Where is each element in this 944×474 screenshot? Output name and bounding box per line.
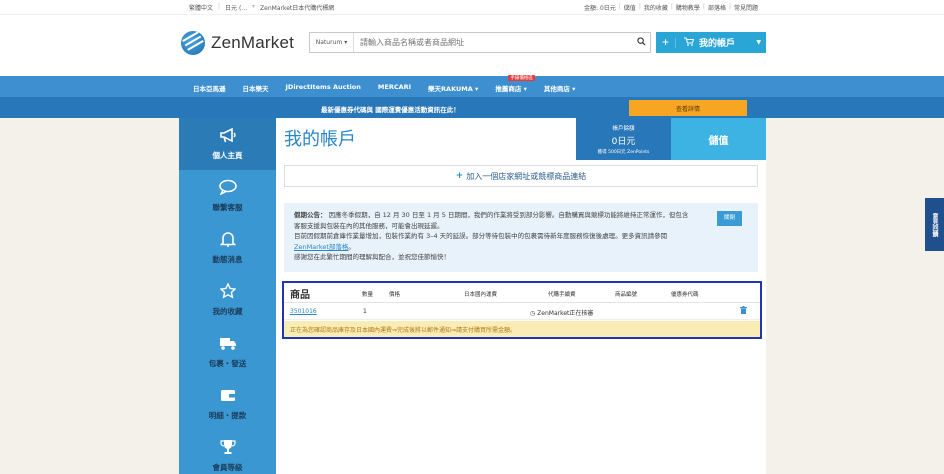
notice-line-2: 目前因假期前倉庫作業量增加，包裝作業約有 3–4 天的延誤。部分等待包裝中的包裹… [294, 232, 668, 240]
language-selector[interactable]: 繁體中文 [189, 3, 213, 12]
search-bar: Naturum ▾ [309, 32, 651, 53]
add-button[interactable]: + [656, 37, 676, 48]
order-status-message: 正在為您確認商品庫存及日本國內運費⇒完成後將以郵件通知⇒請支付購買所需金額。 [284, 321, 760, 337]
notice-line-1: 因應冬季假期，自 12 月 30 日至 1 月 5 日期間，我們的作業將受到部分… [294, 211, 689, 230]
top-bar-right: 金額: 0日元 | 儲值 | 我的收藏 | 購物教學 | 部落格 | 常見問題 [584, 3, 758, 12]
site-header: ZenMarket Naturum ▾ + 我的帳戶 ▼ [0, 15, 944, 76]
nav-item-mercari[interactable]: MERCARI [378, 83, 411, 93]
page-title: 我的帳戶 [284, 129, 356, 150]
clock-icon: ◷ [530, 310, 536, 317]
promo-details-button[interactable]: 查看詳情 [629, 100, 747, 116]
sidebar-item-support[interactable]: 聯繫客服 [179, 170, 276, 222]
search-icon[interactable] [632, 36, 650, 49]
order-id-link[interactable]: 3501016 [290, 308, 317, 315]
chat-icon [218, 179, 237, 198]
col-domestic-shipping: 日本國內運費 [464, 292, 498, 298]
divider: | [218, 3, 221, 10]
sidebar-item-packages[interactable]: 包裹・發送 [179, 326, 276, 378]
my-account-label: 我的帳戶 [699, 39, 736, 49]
trash-icon[interactable] [740, 306, 747, 316]
truck-icon [219, 335, 237, 354]
bell-icon [219, 231, 236, 250]
blog-link[interactable]: ZenMarket部落格 [294, 243, 348, 251]
nav-item-other-stores[interactable]: 其他商店 ▾ [544, 83, 576, 93]
nav-item-amazon[interactable]: 日本亞馬遜 [193, 83, 226, 93]
cart-icon [684, 37, 695, 49]
orders-table-header: 商品 數量 價格 日本國內運費 代購手續費 商品編號 優惠券代碼 [284, 283, 760, 303]
logo-text: ZenMarket [211, 33, 295, 52]
search-input[interactable] [354, 33, 632, 52]
nav-item-auction[interactable]: JDirectItems Auction [286, 83, 361, 93]
nav-badge: 手錶價格區 [508, 75, 535, 81]
megaphone-icon [219, 127, 237, 146]
balance-title: 帳戶餘額 [612, 126, 635, 132]
chevron-down-icon: ▾ [252, 3, 256, 10]
sidebar-item-news[interactable]: 動態消息 [179, 222, 276, 274]
balance-points: 獲得 500日元 ZenPoints [597, 150, 650, 155]
promo-text: 最新優惠券代碼與 國際運費優惠活動資訊在此！ [321, 106, 460, 114]
col-service-fee: 代購手續費 [548, 292, 576, 298]
account-sidebar: 個人主頁 聯繫客服 動態消息 我的收藏 包裹・發送 明細・提款 會員等級 [179, 118, 276, 474]
tagline: ZenMarket日本代購代標網 [260, 5, 335, 12]
top-bar-left: 繁體中文 | 日元 (... ▾ ZenMarket日本代購代標網 [189, 3, 334, 12]
account-balance-panel[interactable]: 帳戶餘額 0日元 獲得 500日元 ZenPoints [576, 118, 671, 160]
col-price: 價格 [389, 292, 401, 298]
chevron-down-icon: ▾ [344, 39, 348, 46]
nav-item-rakuten[interactable]: 日本樂天 [243, 83, 269, 93]
add-link-button[interactable]: + 加入一個店家網址或競標商品連結 [284, 165, 758, 187]
feedback-tab[interactable]: 意見回饋 [925, 198, 944, 251]
logo[interactable]: ZenMarket [181, 31, 294, 55]
my-account-button[interactable]: + 我的帳戶 ▼ [656, 32, 766, 53]
nav-item-recommended[interactable]: 手錶價格區 推薦商店 ▾ [495, 75, 535, 93]
promo-bar: 最新優惠券代碼與 國際運費優惠活動資訊在此！ 查看詳情 [0, 97, 944, 118]
notice-text: 假期公告： 因應冬季假期，自 12 月 30 日至 1 月 5 日期間，我們的作… [294, 211, 689, 261]
sidebar-item-home[interactable]: 個人主頁 [179, 118, 276, 170]
col-item-number: 商品編號 [615, 292, 638, 298]
notice-line-3: 感謝您在此繁忙期間的理解與配合，並祝您佳節愉快！ [294, 253, 450, 261]
balance-value: 0日元 [611, 137, 636, 147]
logo-globe-icon [181, 31, 205, 55]
table-row: 3501016 1 ◷ ZenMarket正在核審 [284, 304, 760, 320]
close-notice-button[interactable]: 關閉 [717, 211, 742, 226]
orders-title: 商品 [290, 290, 310, 301]
favorites-link[interactable]: 我的收藏 [644, 3, 668, 12]
faq-link[interactable]: 常見問題 [734, 3, 758, 12]
plus-icon: + [455, 171, 464, 181]
currency-selector[interactable]: 日元 (... [225, 3, 247, 12]
nav-item-rakuma[interactable]: 樂天RAKUMA ▾ [428, 83, 478, 93]
notice-heading: 假期公告： [294, 211, 327, 219]
orders-table: 商品 數量 價格 日本國內運費 代購手續費 商品編號 優惠券代碼 3501016… [282, 281, 762, 339]
deposit-link[interactable]: 儲值 [624, 3, 636, 12]
balance-link[interactable]: 金額: 0日元 [584, 3, 616, 12]
top-utility-bar: 繁體中文 | 日元 (... ▾ ZenMarket日本代購代標網 金額: 0日… [0, 0, 944, 15]
tutorial-link[interactable]: 購物教學 [676, 3, 700, 12]
blog-link[interactable]: 部落格 [708, 3, 726, 12]
sidebar-item-membership[interactable]: 會員等級 [179, 430, 276, 474]
chevron-down-icon: ▼ [756, 39, 761, 46]
holiday-notice: 假期公告： 因應冬季假期，自 12 月 30 日至 1 月 5 日期間，我們的作… [284, 203, 758, 272]
sidebar-item-favorites[interactable]: 我的收藏 [179, 274, 276, 326]
col-coupon: 優惠券代碼 [671, 292, 699, 298]
add-link-label: 加入一個店家網址或競標商品連結 [466, 171, 587, 181]
sidebar-item-statements[interactable]: 明細・提款 [179, 378, 276, 430]
wallet-icon [220, 387, 236, 406]
col-quantity: 數量 [362, 292, 374, 298]
deposit-button[interactable]: 儲值 [671, 118, 766, 160]
main-nav: 日本亞馬遜 日本樂天 JDirectItems Auction MERCARI … [0, 75, 944, 97]
order-quantity: 1 [363, 308, 367, 315]
trophy-icon [219, 439, 236, 458]
search-scope-dropdown[interactable]: Naturum ▾ [310, 33, 354, 52]
star-icon [218, 282, 237, 302]
order-status: ◷ ZenMarket正在核審 [530, 310, 594, 317]
